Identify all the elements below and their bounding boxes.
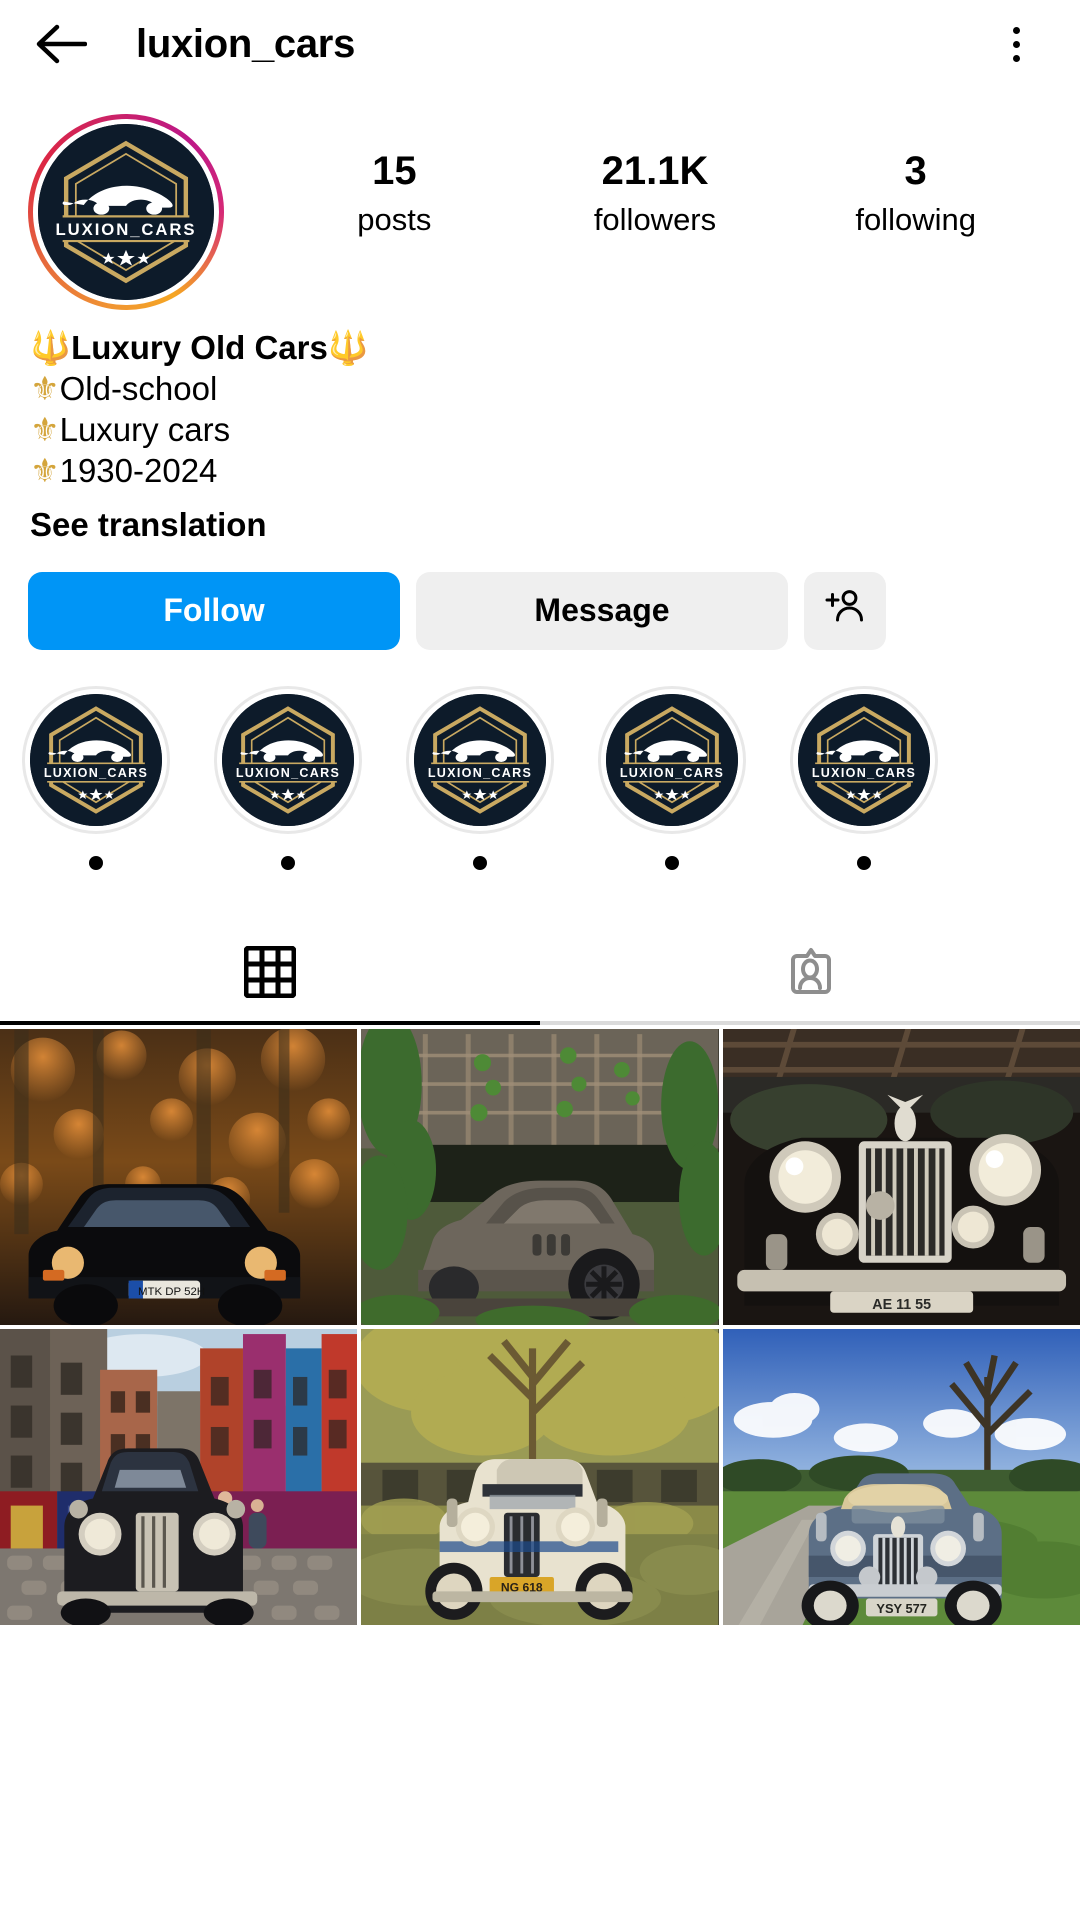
tab-inactive-indicator	[540, 1020, 1080, 1025]
highlight-item[interactable]: LUXION_CARS	[0, 685, 192, 870]
bio-line-1-text: Old-school	[59, 369, 218, 407]
highlight-ring: LUXION_CARS	[406, 685, 554, 834]
message-button[interactable]: Message	[416, 571, 788, 650]
highlight-item[interactable]: LUXION_CARS	[192, 685, 384, 870]
add-person-button[interactable]	[804, 571, 886, 650]
post-cream-roadster-autumn-tree[interactable]: NG 618	[361, 1328, 719, 1625]
trident-icon: 🔱	[30, 328, 72, 367]
tab-posts-grid[interactable]	[0, 929, 540, 1021]
stat-posts-value: 15	[372, 149, 417, 193]
highlight-label	[281, 855, 295, 870]
svg-text:AE 11 55: AE 11 55	[872, 1297, 931, 1313]
posts-grid: MTK DP 52H AE 11 55 NG 618 YSY 577	[0, 1028, 1080, 1625]
stat-following-label: following	[855, 202, 976, 237]
see-translation-link[interactable]: See translation	[30, 506, 267, 544]
profile-header: LUXION_CARS 15 posts 21.1K followers 3 f…	[0, 88, 1080, 310]
stat-posts-label: posts	[357, 202, 432, 237]
highlight-label	[473, 855, 487, 870]
stat-following-value: 3	[904, 149, 927, 193]
kebab-dot	[1012, 26, 1020, 34]
stat-posts[interactable]: 15 posts	[329, 148, 459, 238]
svg-text:LUXION_CARS: LUXION_CARS	[620, 766, 724, 780]
svg-text:LUXION_CARS: LUXION_CARS	[55, 220, 196, 239]
highlight-label	[665, 855, 679, 870]
svg-text:LUXION_CARS: LUXION_CARS	[44, 766, 148, 780]
bio-line-3-text: 1930-2024	[59, 451, 218, 489]
highlight-cover: LUXION_CARS	[30, 693, 162, 826]
fleur-de-lis-icon: ⚜	[30, 450, 60, 490]
highlight-ring: LUXION_CARS	[22, 685, 170, 834]
highlight-cover: LUXION_CARS	[798, 693, 930, 826]
highlight-label	[89, 855, 103, 870]
profile-actions: Follow Message	[0, 544, 1080, 650]
highlight-item[interactable]: LUXION_CARS	[384, 685, 576, 870]
highlight-ring: LUXION_CARS	[790, 685, 938, 834]
profile-tabs	[0, 927, 1080, 1021]
bio-line-title-text: Luxury Old Cars	[71, 329, 328, 366]
grid-icon	[243, 945, 297, 1003]
kebab-dot	[1012, 40, 1020, 48]
page-title: luxion_cars	[136, 21, 356, 66]
highlight-item[interactable]: LUXION_CARS	[768, 685, 960, 870]
kebab-dot	[1012, 54, 1020, 62]
highlight-item[interactable]: LUXION_CARS	[576, 685, 768, 870]
stat-followers-label: followers	[593, 202, 717, 237]
post-porsche-911-forest[interactable]: MTK DP 52H	[0, 1028, 358, 1325]
post-rolls-royce-convertible-countryside[interactable]: YSY 577	[722, 1328, 1080, 1625]
svg-text:MTK DP 52H: MTK DP 52H	[138, 1286, 205, 1298]
bio-line-2: ⚜Luxury cars	[30, 410, 1050, 451]
tagged-person-icon	[782, 944, 838, 1005]
svg-text:LUXION_CARS: LUXION_CARS	[428, 766, 532, 780]
avatar-ring-inner: LUXION_CARS	[33, 119, 219, 305]
follow-button[interactable]: Follow	[28, 571, 400, 650]
avatar-story-ring[interactable]: LUXION_CARS	[28, 114, 224, 310]
tab-tagged[interactable]	[540, 929, 1080, 1021]
stat-followers[interactable]: 21.1K followers	[590, 148, 720, 238]
highlight-label	[857, 855, 871, 870]
svg-text:LUXION_CARS: LUXION_CARS	[236, 766, 340, 780]
fleur-de-lis-icon: ⚜	[30, 368, 60, 408]
stat-following[interactable]: 3 following	[851, 148, 981, 238]
profile-bio: 🔱Luxury Old Cars🔱 ⚜Old-school ⚜Luxury ca…	[0, 310, 1080, 544]
svg-text:YSY 577: YSY 577	[876, 1600, 927, 1615]
highlight-ring: LUXION_CARS	[214, 685, 362, 834]
post-dusty-pagani-shed[interactable]	[361, 1028, 719, 1325]
tab-underline	[0, 1020, 1080, 1025]
highlight-cover: LUXION_CARS	[222, 693, 354, 826]
highlight-cover: LUXION_CARS	[606, 693, 738, 826]
post-rolls-royce-chrome-grille[interactable]: AE 11 55	[722, 1028, 1080, 1325]
back-arrow-icon[interactable]	[30, 13, 92, 75]
tab-active-indicator	[0, 1020, 540, 1025]
bio-line-3: ⚜1930-2024	[30, 451, 1050, 492]
trident-icon: 🔱	[327, 328, 369, 367]
bio-line-title: 🔱Luxury Old Cars🔱	[30, 328, 1050, 369]
highlight-cover: LUXION_CARS	[414, 693, 546, 826]
app-header: luxion_cars	[0, 0, 1080, 88]
bio-line-1: ⚜Old-school	[30, 369, 1050, 410]
fleur-de-lis-icon: ⚜	[30, 409, 60, 449]
bio-line-2-text: Luxury cars	[59, 410, 231, 448]
kebab-menu-icon[interactable]	[988, 16, 1044, 72]
svg-text:LUXION_CARS: LUXION_CARS	[812, 766, 916, 780]
avatar: LUXION_CARS	[38, 124, 214, 300]
highlight-ring: LUXION_CARS	[598, 685, 746, 834]
profile-stats: 15 posts 21.1K followers 3 following	[224, 114, 1052, 238]
post-vintage-car-cobbled-street[interactable]	[0, 1328, 358, 1625]
stat-followers-value: 21.1K	[601, 149, 709, 193]
story-highlights[interactable]: LUXION_CARS LUXION_CARS LUXION_CARS LUXI…	[0, 650, 1080, 870]
add-person-icon	[824, 586, 866, 636]
